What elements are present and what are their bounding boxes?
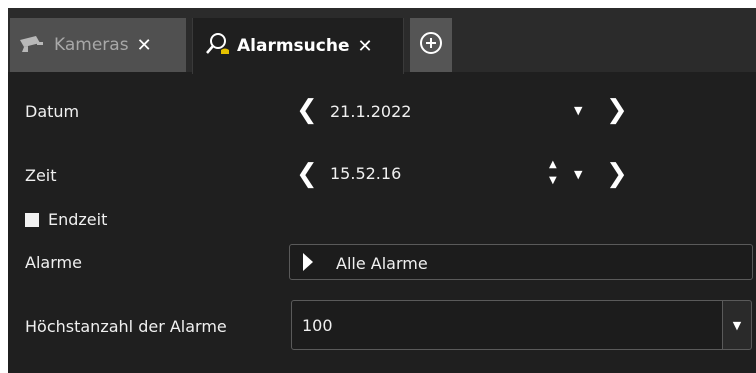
zeit-dropdown-icon[interactable]: ▼ (574, 168, 582, 181)
hoechstanzahl-dropdown-button[interactable]: ▼ (722, 300, 752, 350)
add-tab-button[interactable] (410, 18, 452, 72)
date-next-button[interactable]: ❯ (606, 97, 628, 123)
plus-circle-icon (419, 31, 443, 60)
tab-bar: Kameras ✕ Alarmsuche ✕ (8, 8, 756, 74)
alarm-search-icon (203, 31, 231, 62)
alarme-selector[interactable]: Alle Alarme (289, 244, 753, 280)
close-icon[interactable]: ✕ (357, 36, 372, 57)
zeit-value[interactable]: 15.52.16 (330, 164, 401, 183)
hoechstanzahl-label: Höchstanzahl der Alarme (25, 317, 227, 336)
alarme-value: Alle Alarme (336, 254, 428, 273)
tab-kameras-label: Kameras (54, 35, 129, 55)
alarm-search-panel: Kameras ✕ Alarmsuche ✕ Datum ❮ 21.1.2022… (8, 8, 756, 373)
chevron-down-icon: ▼ (732, 318, 742, 332)
spin-up-icon[interactable]: ▲ (549, 160, 557, 170)
endzeit-label: Endzeit (48, 210, 108, 229)
time-next-button[interactable]: ❯ (606, 161, 628, 187)
tab-alarmsuche-label: Alarmsuche (237, 36, 350, 56)
tab-kameras[interactable]: Kameras ✕ (10, 18, 186, 72)
date-prev-button[interactable]: ❮ (296, 97, 318, 123)
close-icon[interactable]: ✕ (137, 35, 152, 56)
time-prev-button[interactable]: ❮ (296, 161, 318, 187)
camera-icon (18, 33, 48, 58)
hoechstanzahl-value: 100 (302, 316, 333, 335)
alarme-label: Alarme (25, 253, 82, 272)
datum-label: Datum (25, 102, 80, 121)
tab-alarmsuche[interactable]: Alarmsuche ✕ (192, 18, 404, 74)
hoechstanzahl-field[interactable]: 100 (291, 300, 723, 350)
datum-value[interactable]: 21.1.2022 (330, 102, 411, 121)
time-spinner[interactable]: ▲ ▼ (549, 160, 557, 186)
zeit-label: Zeit (25, 166, 57, 185)
datum-dropdown-icon[interactable]: ▼ (574, 104, 582, 117)
caret-right-icon (302, 253, 314, 275)
endzeit-checkbox[interactable] (25, 213, 39, 227)
spin-down-icon[interactable]: ▼ (549, 176, 557, 186)
